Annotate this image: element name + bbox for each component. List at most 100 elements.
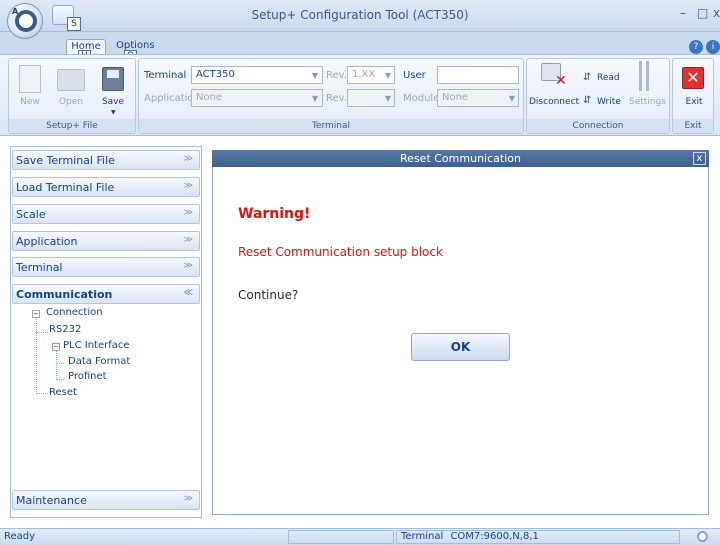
window-title: Setup+ Configuration Tool (ACT350) [251, 8, 469, 22]
ribbon-tab-row [0, 32, 720, 54]
chevron-down-icon: ▼ [508, 94, 515, 103]
ok-button[interactable]: OK [411, 333, 510, 361]
chevron-down-icon: ▼ [384, 71, 391, 80]
chevron-double-down-icon: ≫ [183, 154, 193, 164]
user-label: User [403, 70, 426, 81]
tree-guide [36, 314, 37, 394]
tree-item-connection[interactable]: Connection [46, 307, 103, 318]
info-icon[interactable]: i [706, 40, 720, 54]
settings-button[interactable]: Settings [629, 97, 666, 107]
settings-tools-icon [639, 61, 649, 91]
section-label: Load Terminal File [16, 181, 115, 194]
disconnect-button[interactable]: Disconnect [529, 97, 579, 107]
app-orb-letter: A [12, 7, 19, 16]
group-label-setup-file: Setup+ File [9, 119, 135, 133]
section-scale[interactable]: Scale ≫ [12, 204, 200, 224]
new-file-icon [19, 65, 41, 93]
collapse-icon[interactable]: − [52, 343, 60, 351]
group-label-terminal: Terminal [139, 119, 523, 133]
group-terminal: Terminal ACT350 ▼ Rev. 1.XX ▼ User Appli… [138, 58, 524, 134]
section-application[interactable]: Application ≫ [12, 231, 200, 251]
tree-guide [36, 332, 48, 333]
tree-item-reset[interactable]: Reset [49, 387, 77, 398]
status-terminal-info: COM7:9600,N,8,1 [450, 531, 539, 542]
application-button[interactable]: A [7, 3, 43, 39]
write-icon: ⇵ [583, 95, 592, 106]
status-text: Ready [4, 531, 36, 542]
continue-question: Continue? [238, 288, 299, 302]
group-exit: ✕ Exit Exit [672, 58, 714, 134]
read-button[interactable]: Read [597, 73, 620, 83]
tree-item-profinet[interactable]: Profinet [68, 371, 107, 382]
exit-button[interactable]: Exit [673, 97, 715, 107]
group-connection: ✕ Disconnect ⇵ Read ⇵ Write Settings Con… [526, 58, 670, 134]
chevron-double-up-icon: ≪ [183, 288, 193, 298]
module-label: Module [403, 93, 440, 104]
save-label: Save [101, 97, 125, 107]
group-setup-file: New Open Save ▼ Setup+ File [8, 58, 136, 134]
terminal-select[interactable]: ACT350 ▼ [191, 66, 323, 84]
chevron-double-down-icon: ≫ [183, 181, 193, 191]
status-panel-terminal: Terminal COM7:9600,N,8,1 [396, 530, 680, 544]
read-icon: ⇵ [583, 72, 592, 83]
disconnect-x-icon: ✕ [555, 73, 567, 89]
rev-select[interactable]: 1.XX ▼ [347, 66, 395, 84]
chevron-double-down-icon: ≫ [183, 261, 193, 271]
section-label: Communication [16, 288, 113, 301]
maximize-button[interactable]: □ [697, 6, 708, 20]
help-icon[interactable]: ? [689, 40, 703, 54]
module-select[interactable]: None ▼ [437, 89, 519, 107]
module-select-value: None [442, 92, 469, 103]
rev-label: Rev. [326, 70, 347, 81]
section-label: Save Terminal File [16, 154, 115, 167]
new-button[interactable] [15, 65, 47, 93]
application-select[interactable]: None ▼ [191, 89, 323, 107]
group-label-connection: Connection [527, 119, 669, 133]
open-folder-icon [57, 69, 85, 91]
tree-guide [56, 379, 64, 380]
tree-guide [56, 363, 64, 364]
rev-select-value: 1.XX [352, 69, 376, 80]
section-save-terminal-file[interactable]: Save Terminal File ≫ [12, 150, 200, 170]
tree-item-rs232[interactable]: RS232 [49, 324, 81, 335]
status-panel-empty [288, 530, 394, 544]
rev2-label: Rev. [326, 93, 347, 104]
status-terminal-label: Terminal [401, 531, 444, 542]
tree-item-data-format[interactable]: Data Format [68, 356, 130, 367]
section-label: Terminal [16, 261, 63, 274]
chevron-down-icon: ▼ [384, 94, 391, 103]
close-button[interactable]: x [713, 6, 720, 20]
dialog-title: Reset Communication [212, 150, 709, 167]
write-button[interactable]: Write [597, 97, 621, 107]
section-terminal[interactable]: Terminal ≫ [12, 257, 200, 277]
new-label: New [20, 97, 40, 107]
open-button[interactable] [55, 65, 87, 93]
chevron-double-down-icon: ≫ [183, 494, 193, 504]
save-dropdown-arrow-icon[interactable]: ▼ [111, 109, 116, 116]
terminal-select-value: ACT350 [196, 69, 235, 80]
collapse-icon[interactable]: − [32, 310, 40, 318]
warning-heading: Warning! [238, 206, 311, 222]
keytip-s: S [67, 17, 81, 31]
chevron-double-down-icon: ≫ [183, 235, 193, 245]
minimize-button[interactable]: – [680, 6, 686, 20]
save-disk-icon [102, 67, 124, 91]
application-select-value: None [196, 92, 223, 103]
chevron-down-icon: ▼ [311, 71, 318, 80]
exit-icon: ✕ [682, 67, 704, 89]
section-label: Maintenance [16, 494, 87, 507]
warning-message: Reset Communication setup block [238, 245, 443, 259]
section-label: Scale [16, 208, 46, 221]
dialog-close-button[interactable]: x [693, 152, 706, 165]
tree-guide [36, 393, 48, 394]
section-load-terminal-file[interactable]: Load Terminal File ≫ [12, 177, 200, 197]
section-maintenance[interactable]: Maintenance ≫ [12, 490, 200, 510]
tree-guide [56, 350, 57, 380]
save-button[interactable] [97, 65, 129, 93]
tree-item-plc-interface[interactable]: PLC Interface [63, 340, 130, 351]
rev2-select[interactable]: ▼ [347, 89, 395, 107]
user-field[interactable] [437, 66, 519, 84]
chevron-double-down-icon: ≫ [183, 208, 193, 218]
chevron-down-icon: ▼ [311, 94, 318, 103]
section-communication[interactable]: Communication ≪ [12, 284, 200, 304]
